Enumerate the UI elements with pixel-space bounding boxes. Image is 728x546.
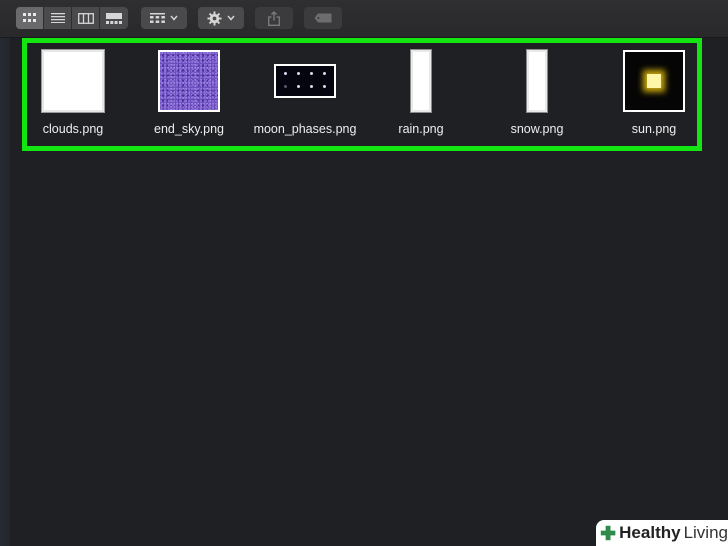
share-icon <box>268 10 280 26</box>
file-thumbnail <box>158 50 220 112</box>
view-mode-segmented-control <box>16 7 128 29</box>
file-item-snow[interactable]: snow.png <box>482 48 592 150</box>
file-thumbnail <box>623 50 685 112</box>
group-by-grid-icon <box>150 12 165 23</box>
chevron-down-icon <box>227 15 235 21</box>
file-name-label: end_sky.png <box>154 122 224 136</box>
list-view-button[interactable] <box>44 7 72 29</box>
file-item-end-sky[interactable]: end_sky.png <box>134 48 244 150</box>
gear-icon <box>207 10 222 26</box>
share-button[interactable] <box>255 7 293 29</box>
column-view-button[interactable] <box>72 7 100 29</box>
file-item-moon-phases[interactable]: moon_phases.png <box>250 48 360 144</box>
file-name-label: rain.png <box>398 122 444 136</box>
file-thumbnail <box>274 64 336 98</box>
file-item-rain[interactable]: rain.png <box>366 48 476 150</box>
file-thumbnail <box>41 49 105 113</box>
file-name-label: snow.png <box>510 122 564 136</box>
tag-icon <box>314 13 332 23</box>
file-browser-area: clouds.png end_sky.png moon_phases.png r… <box>10 38 728 546</box>
watermark-logo: Healthy Living <box>596 520 728 546</box>
file-name-label: sun.png <box>631 122 677 136</box>
file-name-label: moon_phases.png <box>253 122 357 136</box>
plus-cross-icon <box>600 525 616 541</box>
chevron-down-icon <box>170 15 178 21</box>
tag-button[interactable] <box>304 7 342 29</box>
column-view-icon <box>77 12 94 24</box>
icon-view-button[interactable] <box>16 7 44 29</box>
gallery-view-button[interactable] <box>100 7 128 29</box>
icon-view-icon <box>22 13 36 22</box>
group-by-button[interactable] <box>141 7 187 29</box>
finder-toolbar <box>0 0 728 38</box>
file-item-clouds[interactable]: clouds.png <box>18 48 128 150</box>
list-view-icon <box>50 13 65 23</box>
file-name-label: clouds.png <box>42 122 104 136</box>
file-item-sun[interactable]: sun.png <box>599 48 709 150</box>
file-thumbnail <box>410 49 432 113</box>
file-thumbnail <box>526 49 548 113</box>
action-button[interactable] <box>198 7 244 29</box>
watermark-brand-2: Living <box>683 523 728 542</box>
watermark-brand: Healthy <box>619 523 681 542</box>
sidebar-edge <box>0 0 10 546</box>
gallery-view-icon <box>106 12 122 24</box>
